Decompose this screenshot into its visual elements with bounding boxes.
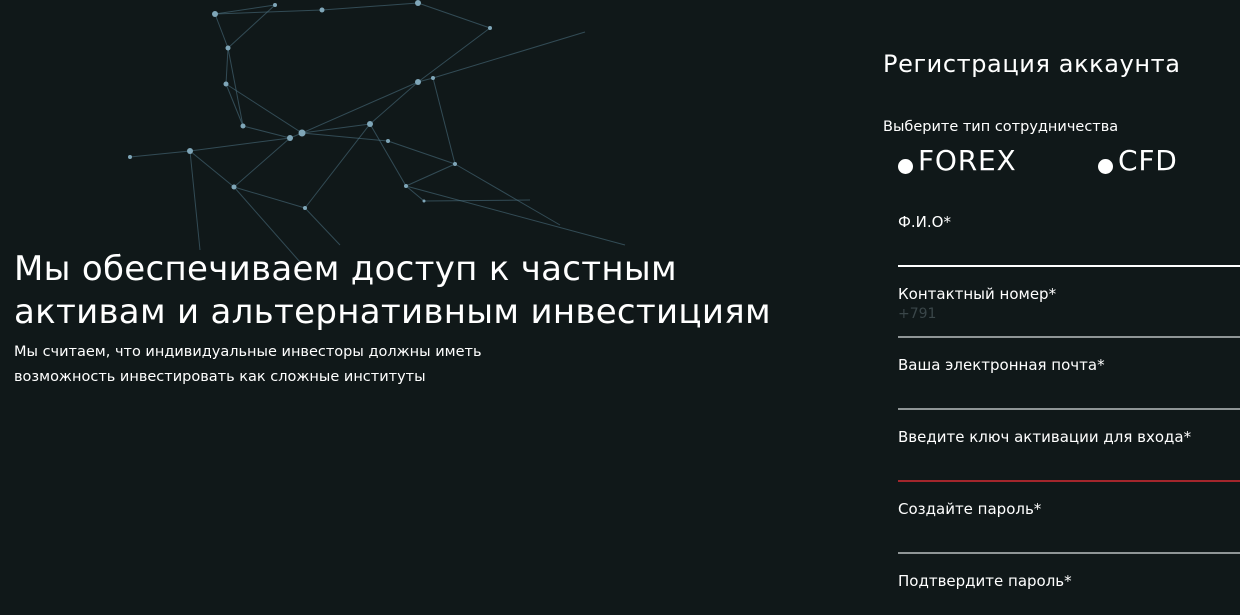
- cooperation-type-label: Выберите тип сотрудничества: [883, 119, 1119, 135]
- radio-dot-icon[interactable]: [898, 158, 913, 174]
- radio-cfd[interactable]: CFD: [1098, 141, 1178, 181]
- full-name-input-line[interactable]: [898, 265, 1240, 267]
- activation-key-label: Введите ключ активации для входа*: [898, 428, 1192, 446]
- create-password-input-line[interactable]: [898, 552, 1240, 554]
- email-input-line[interactable]: [898, 408, 1240, 410]
- confirm-password-label: Подтвердите пароль*: [898, 572, 1072, 590]
- registration-panel: Регистрация аккаунта Выберите тип сотруд…: [883, 44, 1240, 187]
- cooperation-type-options: FOREX CFD: [883, 139, 1240, 187]
- email-label: Ваша электронная почта*: [898, 356, 1105, 374]
- hero-title: Мы обеспечиваем доступ к частным активам…: [14, 249, 771, 332]
- confirm-password-field[interactable]: Подтвердите пароль*: [898, 571, 1240, 615]
- phone-field[interactable]: Контактный номер* +791: [898, 284, 1240, 340]
- radio-forex-label: FOREX: [918, 144, 1017, 177]
- phone-placeholder: +791: [898, 306, 937, 322]
- registration-title: Регистрация аккаунта: [883, 50, 1181, 78]
- hero-section: Мы обеспечиваем доступ к частным активам…: [14, 248, 774, 390]
- activation-key-field[interactable]: Введите ключ активации для входа*: [898, 427, 1240, 483]
- email-field[interactable]: Ваша электронная почта*: [898, 355, 1240, 411]
- full-name-label: Ф.И.О*: [898, 213, 951, 231]
- phone-input-line[interactable]: [898, 336, 1240, 338]
- create-password-field[interactable]: Создайте пароль*: [898, 499, 1240, 555]
- radio-cfd-label: CFD: [1118, 144, 1178, 177]
- activation-key-input-line[interactable]: [898, 480, 1240, 482]
- radio-dot-icon[interactable]: [1098, 158, 1113, 174]
- hero-description: Мы считаем, что индивидуальные инвесторы…: [14, 344, 482, 385]
- full-name-field[interactable]: Ф.И.О*: [898, 212, 1240, 268]
- create-password-label: Создайте пароль*: [898, 500, 1042, 518]
- radio-forex[interactable]: FOREX: [898, 141, 1016, 181]
- phone-label: Контактный номер*: [898, 285, 1057, 303]
